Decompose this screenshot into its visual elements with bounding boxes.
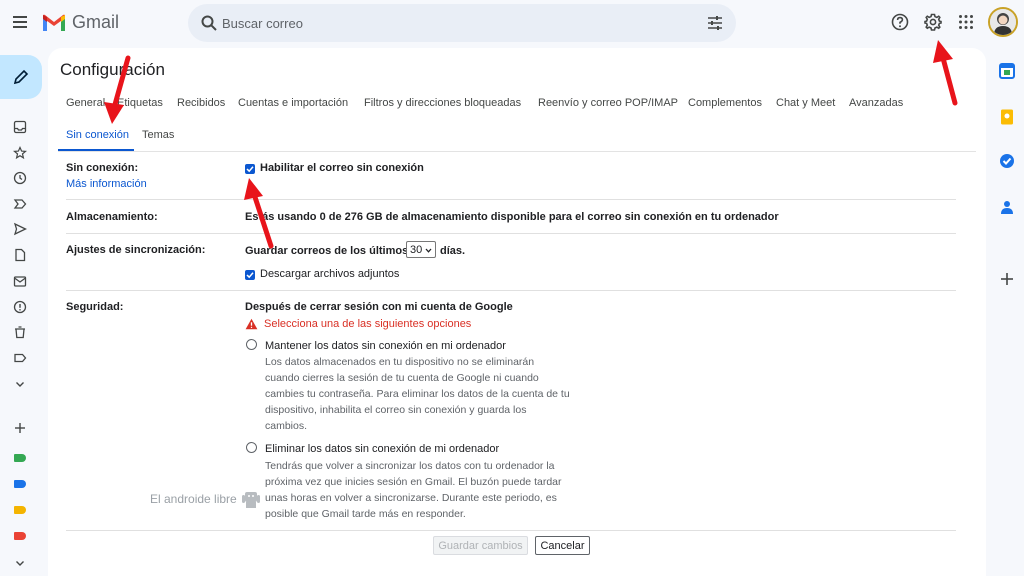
- keep-icon[interactable]: [998, 108, 1016, 126]
- plus-icon[interactable]: [998, 270, 1016, 288]
- divider: [66, 290, 956, 291]
- clock-icon[interactable]: [12, 170, 28, 186]
- label-red-icon[interactable]: [14, 532, 26, 540]
- label-blue-icon[interactable]: [14, 480, 26, 488]
- sync-suffix: días.: [440, 245, 466, 257]
- tab-avanzadas[interactable]: Avanzadas: [849, 97, 903, 109]
- search-input[interactable]: [222, 4, 682, 42]
- spam-icon[interactable]: [12, 299, 28, 315]
- label-icon[interactable]: [12, 350, 28, 366]
- enable-offline-label[interactable]: Habilitar el correo sin conexión: [260, 162, 424, 174]
- sync-days-select[interactable]: 30: [406, 241, 436, 258]
- sync-prefix: Guardar correos de los últimos: [245, 245, 409, 257]
- sync-label: Ajustes de sincronización:: [66, 244, 206, 256]
- desc-line: próxima vez que inicies sesión en Gmail.…: [265, 476, 562, 488]
- tab-complementos[interactable]: Complementos: [688, 97, 762, 109]
- tab-etiquetas[interactable]: Etiquetas: [117, 97, 163, 109]
- sync-days-value: 30: [410, 243, 423, 256]
- divider: [66, 233, 956, 234]
- label-green-icon[interactable]: [14, 454, 26, 462]
- keep-data-description: Los datos almacenados en tu dispositivo …: [265, 354, 595, 434]
- apps-grid-icon[interactable]: [956, 12, 976, 32]
- tab-temas[interactable]: Temas: [142, 129, 174, 141]
- security-warning: Selecciona una de las siguientes opcione…: [245, 318, 471, 330]
- attachments-checkbox[interactable]: [245, 270, 255, 280]
- remove-data-radio[interactable]: [246, 442, 257, 453]
- watermark-text: El androide libre: [150, 492, 237, 506]
- trash-icon[interactable]: [12, 324, 28, 340]
- security-heading: Después de cerrar sesión con mi cuenta d…: [245, 301, 513, 313]
- tab-general[interactable]: General: [66, 97, 105, 109]
- desc-line: cuando cierres la sesión de tu cuenta de…: [265, 372, 539, 384]
- compose-button[interactable]: [0, 55, 42, 99]
- inbox-icon[interactable]: [12, 119, 28, 135]
- remove-data-title[interactable]: Eliminar los datos sin conexión de mi or…: [265, 443, 499, 455]
- star-icon[interactable]: [12, 145, 28, 161]
- offline-label: Sin conexión:: [66, 162, 139, 174]
- pencil-icon: [13, 69, 29, 85]
- cancel-button[interactable]: Cancelar: [535, 536, 590, 555]
- enable-offline-checkbox[interactable]: [245, 164, 255, 174]
- label-yellow-icon[interactable]: [14, 506, 26, 514]
- tasks-icon[interactable]: [998, 152, 1016, 170]
- gmail-m-icon: [43, 14, 65, 31]
- avatar-image: [990, 9, 1016, 35]
- attachments-label[interactable]: Descargar archivos adjuntos: [260, 268, 399, 280]
- check-icon: [246, 166, 254, 173]
- keep-data-radio[interactable]: [246, 339, 257, 350]
- chevron-down-icon: [425, 248, 432, 253]
- send-icon[interactable]: [12, 221, 28, 237]
- help-icon[interactable]: [890, 12, 910, 32]
- tab-reenvio[interactable]: Reenvío y correo POP/IMAP: [538, 97, 678, 109]
- android-robot-icon: [241, 492, 260, 508]
- desc-line: Tendrás que volver a sincronizar los dat…: [265, 460, 555, 472]
- desc-line: unas horas en volver a sincronizarse. Du…: [265, 492, 557, 504]
- gmail-logo[interactable]: Gmail: [42, 12, 119, 33]
- chevron-down-icon[interactable]: [12, 555, 28, 571]
- save-button[interactable]: Guardar cambios: [433, 536, 528, 555]
- settings-icon[interactable]: [923, 12, 943, 32]
- page-title: Configuración: [60, 60, 165, 79]
- tab-cuentas[interactable]: Cuentas e importación: [238, 97, 348, 109]
- desc-line: dispositivo, inhabilita el correo sin co…: [265, 404, 527, 416]
- security-label: Seguridad:: [66, 301, 124, 313]
- divider: [66, 199, 956, 200]
- search-bar: [188, 4, 736, 42]
- add-label-icon[interactable]: [12, 420, 28, 436]
- tab-chat-meet[interactable]: Chat y Meet: [776, 97, 835, 109]
- remove-data-description: Tendrás que volver a sincronizar los dat…: [265, 458, 595, 522]
- keep-data-title[interactable]: Mantener los datos sin conexión en mi or…: [265, 340, 506, 352]
- tab-sin-conexion[interactable]: Sin conexión: [66, 129, 129, 141]
- contacts-icon[interactable]: [998, 198, 1016, 216]
- top-bar: Gmail: [0, 0, 1024, 46]
- tab-recibidos[interactable]: Recibidos: [177, 97, 225, 109]
- desc-line: posible que Gmail tarde más en responder…: [265, 508, 466, 520]
- settings-panel: Configuración General Etiquetas Recibido…: [48, 48, 986, 576]
- important-icon[interactable]: [12, 196, 28, 212]
- avatar[interactable]: [988, 7, 1018, 37]
- watermark: El androide libre: [150, 488, 261, 510]
- mail-icon[interactable]: [12, 273, 28, 289]
- tab-filtros[interactable]: Filtros y direcciones bloqueadas: [364, 97, 521, 109]
- draft-icon[interactable]: [12, 247, 28, 263]
- storage-label: Almacenamiento:: [66, 211, 158, 223]
- gmail-wordmark: Gmail: [72, 12, 120, 32]
- calendar-icon[interactable]: [998, 62, 1016, 80]
- warning-icon: [245, 318, 258, 330]
- storage-text: Estás usando 0 de 276 GB de almacenamien…: [245, 211, 779, 223]
- desc-line: cambios.: [265, 420, 308, 432]
- tune-icon[interactable]: [706, 14, 724, 32]
- divider: [66, 530, 956, 531]
- tabs-divider: [58, 151, 976, 152]
- menu-icon[interactable]: [10, 11, 32, 33]
- desc-line: cambies tu contraseña. Para eliminar los…: [265, 388, 570, 400]
- search-icon[interactable]: [200, 14, 218, 32]
- desc-line: Los datos almacenados en tu dispositivo …: [265, 356, 535, 368]
- security-warning-text: Selecciona una de las siguientes opcione…: [264, 318, 472, 330]
- more-info-link[interactable]: Más información: [66, 178, 147, 190]
- check-icon: [246, 272, 254, 279]
- chevron-down-icon[interactable]: [12, 376, 28, 392]
